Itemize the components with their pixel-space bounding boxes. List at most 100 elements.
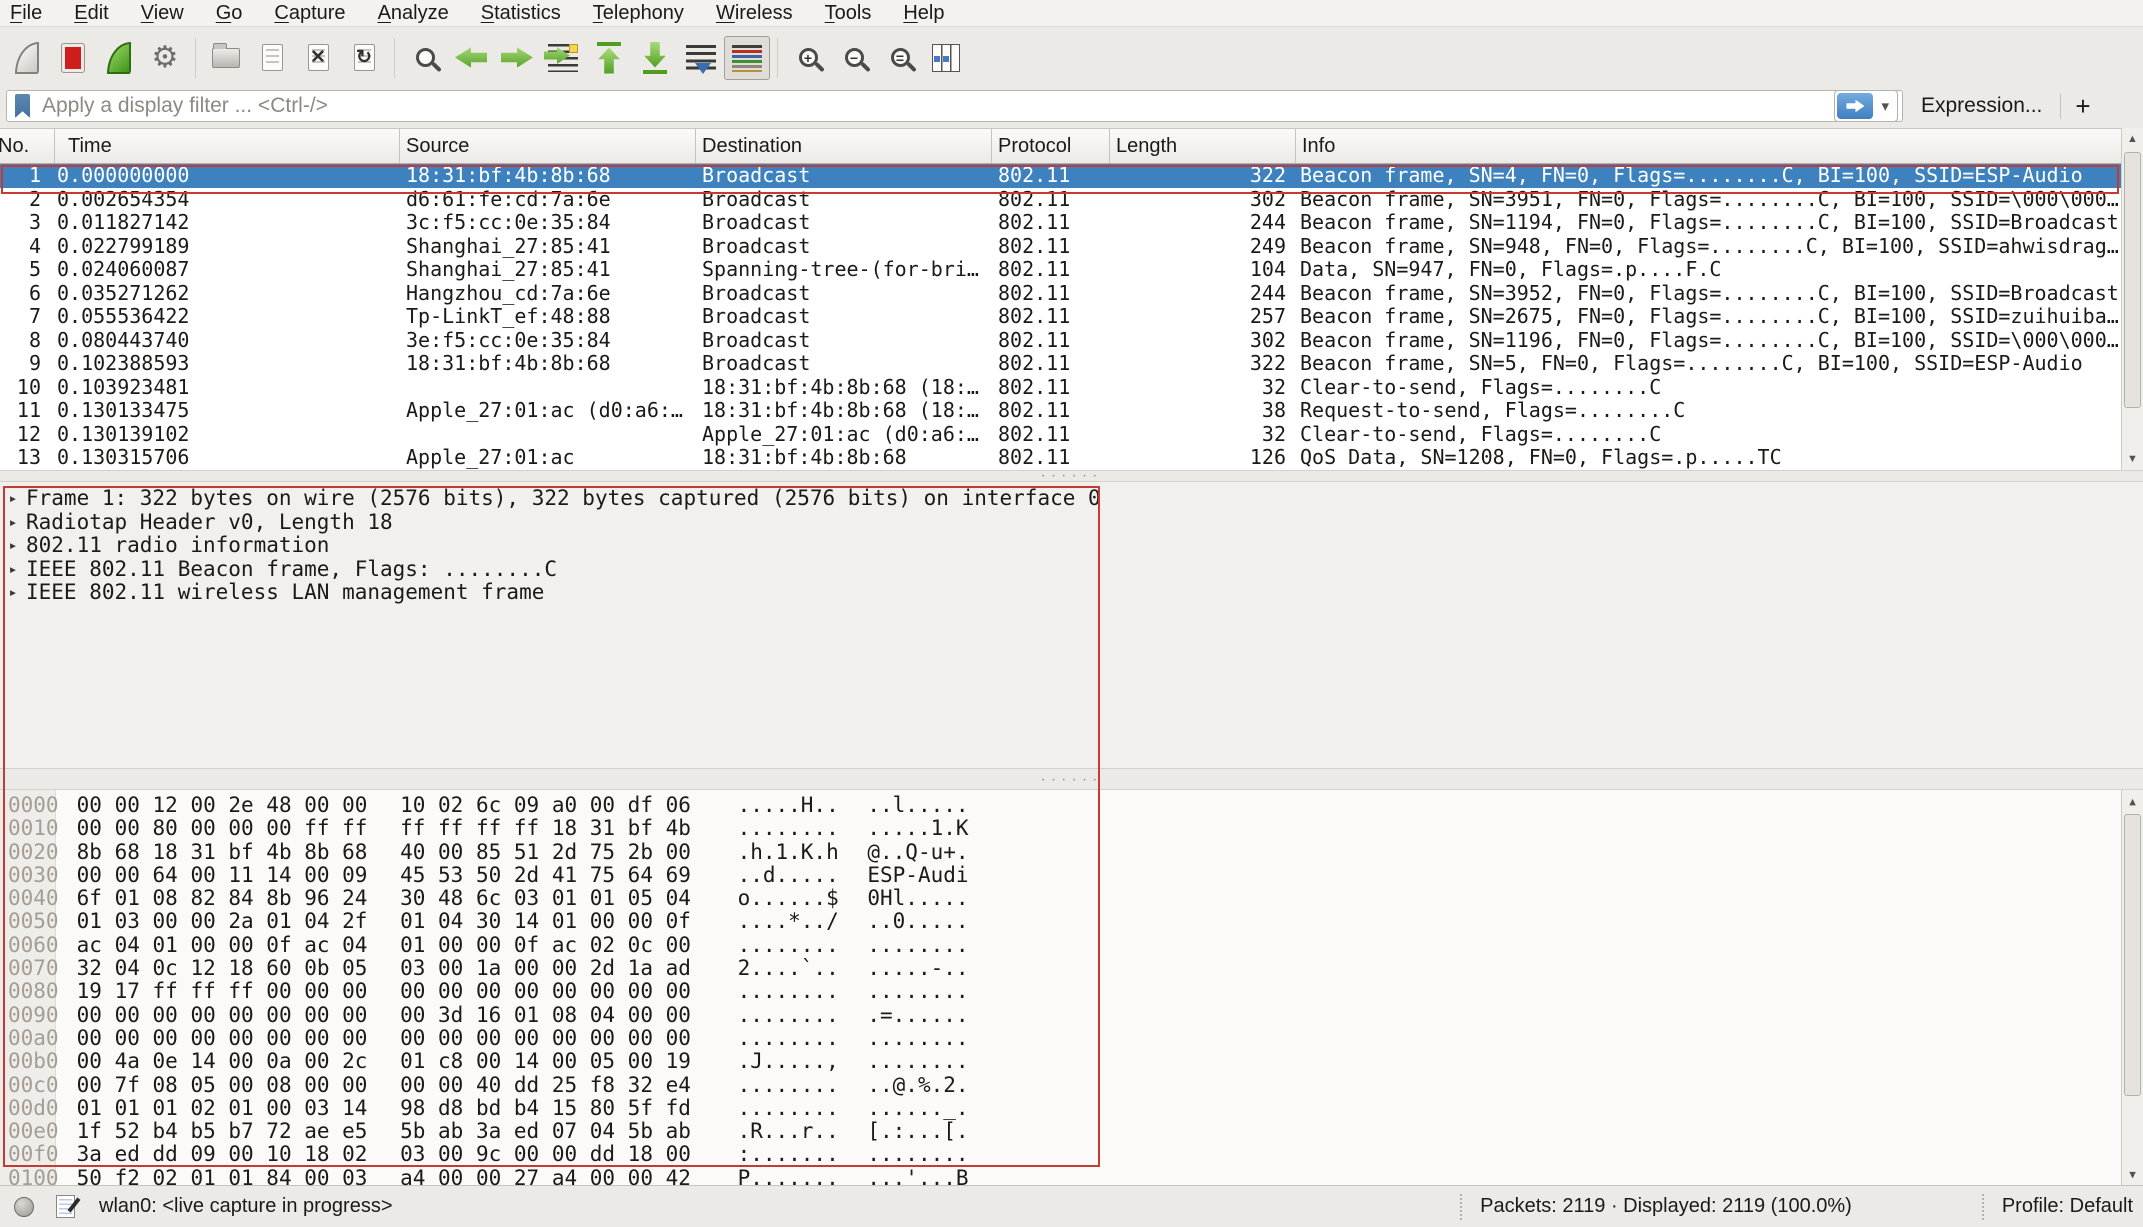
scroll-up-icon[interactable]: ▲	[2122, 128, 2143, 150]
packet-list-scrollbar[interactable]: ▲ ▼	[2121, 128, 2143, 470]
chevron-down-icon[interactable]: ▾	[1881, 97, 1889, 115]
hex-row[interactable]: 0040 6f 01 08 82 84 8b 96 24 30 48 6c 03…	[0, 887, 2143, 910]
column-header-info[interactable]: Info	[1296, 129, 2121, 163]
expander-icon[interactable]: ▸	[0, 534, 26, 558]
toolbar-capture-options[interactable]: ⚙	[142, 34, 188, 82]
hex-row[interactable]: 0030 00 00 64 00 11 14 00 09 45 53 50 2d…	[0, 864, 2143, 887]
detail-line-radiotap[interactable]: ▸Radiotap Header v0, Length 18	[0, 511, 2143, 535]
menu-file[interactable]: File	[10, 2, 60, 25]
packet-row[interactable]: 13 0.130315706 Apple_27:01:ac 18:31:bf:4…	[0, 446, 2121, 470]
expander-icon[interactable]: ▸	[0, 581, 26, 605]
menu-view[interactable]: View	[141, 2, 202, 25]
menu-statistics[interactable]: Statistics	[481, 2, 579, 25]
toolbar-auto-scroll[interactable]	[678, 34, 724, 82]
packet-row[interactable]: 2 0.002654354 d6:61:fe:cd:7a:6e Broadcas…	[0, 188, 2121, 212]
hex-row[interactable]: 00b0 00 4a 0e 14 00 0a 00 2c 01 c8 00 14…	[0, 1050, 2143, 1073]
hex-row[interactable]: 0050 01 03 00 00 2a 01 04 2f 01 04 30 14…	[0, 910, 2143, 933]
toolbar-go-forward[interactable]	[494, 34, 540, 82]
scroll-up-icon[interactable]: ▲	[2122, 790, 2143, 812]
hex-row[interactable]: 0070 32 04 0c 12 18 60 0b 05 03 00 1a 00…	[0, 957, 2143, 980]
menu-help[interactable]: Help	[903, 2, 962, 25]
toolbar-zoom-reset[interactable]: =	[877, 34, 923, 82]
hex-row[interactable]: 00a0 00 00 00 00 00 00 00 00 00 00 00 00…	[0, 1027, 2143, 1050]
hex-row[interactable]: 0010 00 00 80 00 00 00 ff ff ff ff ff ff…	[0, 817, 2143, 840]
packet-row[interactable]: 3 0.011827142 3c:f5:cc:0e:35:84 Broadcas…	[0, 211, 2121, 235]
packet-row[interactable]: 7 0.055536422 Tp-LinkT_ef:48:88 Broadcas…	[0, 305, 2121, 329]
hex-row[interactable]: 0100 50 f2 02 01 01 84 00 03 a4 00 00 27…	[0, 1167, 2143, 1190]
toolbar-zoom-in[interactable]: +	[785, 34, 831, 82]
column-header-destination[interactable]: Destination	[696, 129, 992, 163]
expander-icon[interactable]: ▸	[0, 511, 26, 535]
toolbar-reload-file[interactable]: ↻	[341, 34, 387, 82]
column-header-no[interactable]: No.	[0, 129, 55, 163]
menu-analyze[interactable]: Analyze	[378, 2, 467, 25]
hex-row[interactable]: 0000 00 00 12 00 2e 48 00 00 10 02 6c 09…	[0, 794, 2143, 817]
bookmark-icon[interactable]	[15, 94, 30, 118]
apply-filter-button[interactable]	[1837, 93, 1873, 119]
expression-button[interactable]: Expression...	[1921, 94, 2042, 118]
expander-icon[interactable]: ▸	[0, 558, 26, 582]
hex-row[interactable]: 00d0 01 01 01 02 01 00 03 14 98 d8 bd b4…	[0, 1097, 2143, 1120]
capture-comment-icon[interactable]	[56, 1195, 75, 1218]
toolbar-go-to-packet[interactable]	[540, 34, 586, 82]
toolbar-zoom-out[interactable]: −	[831, 34, 877, 82]
pane-splitter[interactable]: ······	[0, 470, 2143, 482]
packet-row[interactable]: 10 0.103923481 18:31:bf:4b:8b:68 (18:… 8…	[0, 376, 2121, 400]
packet-row[interactable]: 6 0.035271262 Hangzhou_cd:7a:6e Broadcas…	[0, 282, 2121, 306]
column-header-time[interactable]: Time	[55, 129, 400, 163]
hex-row[interactable]: 0080 19 17 ff ff ff 00 00 00 00 00 00 00…	[0, 980, 2143, 1003]
packet-row[interactable]: 11 0.130133475 Apple_27:01:ac (d0:a6:… 1…	[0, 399, 2121, 423]
toolbar-stop-capture[interactable]	[50, 34, 96, 82]
toolbar-start-capture[interactable]	[4, 34, 50, 82]
hex-scrollbar[interactable]: ▲ ▼	[2121, 790, 2143, 1185]
scrollbar-thumb[interactable]	[2124, 152, 2141, 408]
display-filter-input[interactable]	[42, 94, 1834, 118]
wireshark-window: File Edit View Go Capture Analyze Statis…	[0, 0, 2143, 1227]
detail-line-beacon[interactable]: ▸IEEE 802.11 Beacon frame, Flags: ......…	[0, 558, 2143, 582]
display-filter-field[interactable]: ▾	[6, 90, 1903, 122]
scroll-down-icon[interactable]: ▼	[2122, 1163, 2143, 1185]
shark-fin-icon	[15, 42, 39, 74]
scrollbar-thumb[interactable]	[2124, 814, 2141, 1096]
packet-row[interactable]: 5 0.024060087 Shanghai_27:85:41 Spanning…	[0, 258, 2121, 282]
detail-line-wlan-mgmt[interactable]: ▸IEEE 802.11 wireless LAN management fra…	[0, 581, 2143, 605]
menu-telephony[interactable]: Telephony	[593, 2, 702, 25]
scroll-down-icon[interactable]: ▼	[2122, 448, 2143, 470]
toolbar-resize-columns[interactable]	[923, 34, 969, 82]
column-header-length[interactable]: Length	[1110, 129, 1296, 163]
toolbar-save-file[interactable]	[249, 34, 295, 82]
packet-row[interactable]: 9 0.102388593 18:31:bf:4b:8b:68 Broadcas…	[0, 352, 2121, 376]
menu-capture[interactable]: Capture	[274, 2, 363, 25]
menu-wireless[interactable]: Wireless	[716, 2, 811, 25]
expert-info-icon[interactable]	[14, 1197, 34, 1217]
hex-row[interactable]: 0060 ac 04 01 00 00 0f ac 04 01 00 00 0f…	[0, 934, 2143, 957]
packet-row[interactable]: 12 0.130139102 Apple_27:01:ac (d0:a6:… 8…	[0, 423, 2121, 447]
toolbar-go-first-packet[interactable]	[586, 34, 632, 82]
hex-row[interactable]: 0090 00 00 00 00 00 00 00 00 00 3d 16 01…	[0, 1004, 2143, 1027]
hex-row[interactable]: 0020 8b 68 18 31 bf 4b 8b 68 40 00 85 51…	[0, 841, 2143, 864]
packet-row[interactable]: 8 0.080443740 3e:f5:cc:0e:35:84 Broadcas…	[0, 329, 2121, 353]
menu-go[interactable]: Go	[216, 2, 261, 25]
packet-row[interactable]: 4 0.022799189 Shanghai_27:85:41 Broadcas…	[0, 235, 2121, 259]
toolbar-close-file[interactable]: ✕	[295, 34, 341, 82]
hex-row[interactable]: 00e0 1f 52 b4 b5 b7 72 ae e5 5b ab 3a ed…	[0, 1120, 2143, 1143]
pane-splitter[interactable]: ······	[0, 768, 2143, 790]
detail-line-radio-info[interactable]: ▸802.11 radio information	[0, 534, 2143, 558]
toolbar-colorize-packets[interactable]	[724, 36, 770, 80]
toolbar-open-file[interactable]	[203, 34, 249, 82]
toolbar-restart-capture[interactable]	[96, 34, 142, 82]
profile-button[interactable]: Profile: Default	[2002, 1195, 2133, 1218]
toolbar-go-last-packet[interactable]	[632, 34, 678, 82]
toolbar-go-back[interactable]	[448, 34, 494, 82]
hex-row[interactable]: 00c0 00 7f 08 05 00 08 00 00 00 00 40 dd…	[0, 1074, 2143, 1097]
add-filter-button[interactable]: +	[2075, 91, 2090, 122]
detail-line-frame[interactable]: ▸Frame 1: 322 bytes on wire (2576 bits),…	[0, 487, 2143, 511]
packet-row[interactable]: 1 0.000000000 18:31:bf:4b:8b:68 Broadcas…	[0, 164, 2121, 188]
menu-edit[interactable]: Edit	[74, 2, 126, 25]
column-header-protocol[interactable]: Protocol	[992, 129, 1110, 163]
column-header-source[interactable]: Source	[400, 129, 696, 163]
menu-tools[interactable]: Tools	[825, 2, 890, 25]
expander-icon[interactable]: ▸	[0, 487, 26, 511]
toolbar-find-packet[interactable]	[402, 34, 448, 82]
hex-row[interactable]: 00f0 3a ed dd 09 00 10 18 02 03 00 9c 00…	[0, 1143, 2143, 1166]
